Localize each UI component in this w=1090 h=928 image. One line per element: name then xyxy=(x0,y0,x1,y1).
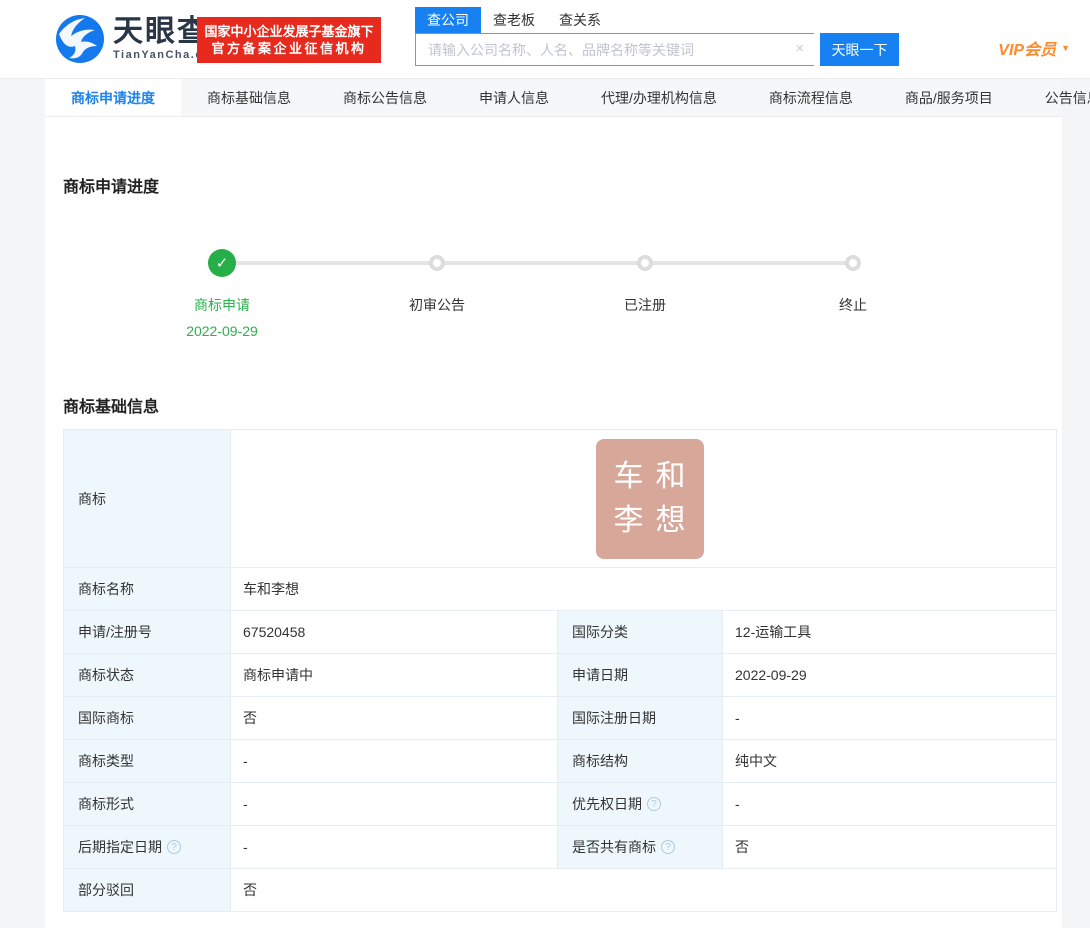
row-value: 67520458 xyxy=(243,624,305,640)
row-label: 部分驳回 xyxy=(78,880,134,900)
row-value: 商标申请中 xyxy=(243,665,313,685)
step-terminated: 终止 xyxy=(773,223,933,315)
row-label: 是否共有商标 xyxy=(572,837,656,857)
row-label: 申请/注册号 xyxy=(78,622,152,642)
help-icon[interactable]: ? xyxy=(661,840,675,854)
tab-trademark-flow[interactable]: 商标流程信息 xyxy=(743,79,879,116)
row-label: 后期指定日期 xyxy=(78,837,162,857)
step-date: 2022-09-29 xyxy=(142,323,302,339)
row-label: 国际分类 xyxy=(572,622,628,642)
check-circle-icon: ✓ xyxy=(208,249,236,277)
row-value: 否 xyxy=(243,708,257,728)
row-label: 商标状态 xyxy=(78,665,134,685)
row-label: 商标形式 xyxy=(78,794,134,814)
tab-gazette-info[interactable]: 公告信息 xyxy=(1019,79,1090,116)
row-label: 商标 xyxy=(78,489,106,509)
row-label: 优先权日期 xyxy=(572,794,642,814)
tab-agency-info[interactable]: 代理/办理机构信息 xyxy=(575,79,743,116)
row-value: 12-运输工具 xyxy=(735,622,811,642)
table-row: 国际商标 否 国际注册日期 - xyxy=(64,696,1056,739)
vip-member-link[interactable]: VIP会员 ▼ xyxy=(998,36,1070,60)
search-area: 查公司 查老板 查关系 × 天眼一下 xyxy=(415,9,900,66)
tab-trademark-basic-info[interactable]: 商标基础信息 xyxy=(181,79,317,116)
badge-line1: 国家中小企业发展子基金旗下 xyxy=(197,23,381,40)
row-label: 商标类型 xyxy=(78,751,134,771)
badge-line2: 官方备案企业征信机构 xyxy=(197,40,381,57)
search-tabs: 查公司 查老板 查关系 xyxy=(415,9,900,33)
chevron-down-icon: ▼ xyxy=(1061,43,1070,53)
help-icon[interactable]: ? xyxy=(647,797,661,811)
table-row-trademark-image: 商标 车和 李想 xyxy=(64,430,1056,567)
step-registered: 已注册 xyxy=(565,223,725,315)
progress-section-title: 商标申请进度 xyxy=(63,117,1057,197)
row-value: 否 xyxy=(243,880,257,900)
table-row-partial-rejection: 部分驳回 否 xyxy=(64,868,1056,911)
page-background: 商标申请进度 商标基础信息 商标公告信息 申请人信息 代理/办理机构信息 商标流… xyxy=(0,79,1090,928)
tab-trademark-progress[interactable]: 商标申请进度 xyxy=(45,79,181,116)
step-label: 商标申请 xyxy=(142,295,302,315)
vip-label: VIP会员 xyxy=(998,36,1056,60)
logo-eye-icon xyxy=(55,14,105,64)
row-label: 申请日期 xyxy=(572,665,628,685)
table-row: 商标形式 - 优先权日期 ? - xyxy=(64,782,1056,825)
pending-circle-icon xyxy=(429,255,445,271)
row-value: 车和李想 xyxy=(243,579,299,599)
row-value: 纯中文 xyxy=(735,751,777,771)
main-card: 商标申请进度 ✓ 商标申请 2022-09-29 初审公告 已注册 xyxy=(45,117,1062,912)
row-value: - xyxy=(243,796,248,812)
table-row: 商标类型 - 商标结构 纯中文 xyxy=(64,739,1056,782)
tab-applicant-info[interactable]: 申请人信息 xyxy=(453,79,575,116)
trademark-basic-info-table: 商标 车和 李想 商标名称 车和李想 申请/注册号 67520458 国 xyxy=(63,429,1057,912)
content-column: 商标申请进度 商标基础信息 商标公告信息 申请人信息 代理/办理机构信息 商标流… xyxy=(45,79,1062,928)
step-label: 初审公告 xyxy=(357,295,517,315)
search-tab-boss[interactable]: 查老板 xyxy=(481,7,547,33)
row-label: 商标结构 xyxy=(572,751,628,771)
search-input[interactable] xyxy=(415,33,814,66)
tab-trademark-announcement[interactable]: 商标公告信息 xyxy=(317,79,453,116)
application-progress-timeline: ✓ 商标申请 2022-09-29 初审公告 已注册 终止 xyxy=(63,223,1057,373)
row-value: - xyxy=(243,753,248,769)
site-header: 天眼查 TianYanCha.com 国家中小企业发展子基金旗下 官方备案企业征… xyxy=(0,0,1090,79)
row-value: 2022-09-29 xyxy=(735,667,807,683)
basic-info-section-title: 商标基础信息 xyxy=(63,393,1057,417)
detail-nav-tabs: 商标申请进度 商标基础信息 商标公告信息 申请人信息 代理/办理机构信息 商标流… xyxy=(45,79,1062,117)
trademark-image: 车和 李想 xyxy=(596,439,704,559)
help-icon[interactable]: ? xyxy=(167,840,181,854)
pending-circle-icon xyxy=(845,255,861,271)
clear-icon[interactable]: × xyxy=(795,41,804,57)
certification-badge: 国家中小企业发展子基金旗下 官方备案企业征信机构 xyxy=(197,17,381,63)
row-label: 国际商标 xyxy=(78,708,134,728)
step-preliminary-publication: 初审公告 xyxy=(357,223,517,315)
step-trademark-application: ✓ 商标申请 2022-09-29 xyxy=(142,223,302,339)
search-tab-relation[interactable]: 查关系 xyxy=(547,7,613,33)
table-row-trademark-name: 商标名称 车和李想 xyxy=(64,567,1056,610)
row-value: 否 xyxy=(735,837,749,857)
row-label: 商标名称 xyxy=(78,579,134,599)
row-value: - xyxy=(735,796,740,812)
row-label: 国际注册日期 xyxy=(572,708,656,728)
search-tab-company[interactable]: 查公司 xyxy=(415,7,481,33)
step-label: 已注册 xyxy=(565,295,725,315)
table-row: 后期指定日期 ? - 是否共有商标 ? 否 xyxy=(64,825,1056,868)
search-button[interactable]: 天眼一下 xyxy=(820,33,899,66)
tab-goods-services[interactable]: 商品/服务项目 xyxy=(879,79,1019,116)
timeline-track xyxy=(222,261,853,265)
table-row: 申请/注册号 67520458 国际分类 12-运输工具 xyxy=(64,610,1056,653)
row-value: - xyxy=(243,839,248,855)
table-row: 商标状态 商标申请中 申请日期 2022-09-29 xyxy=(64,653,1056,696)
pending-circle-icon xyxy=(637,255,653,271)
step-label: 终止 xyxy=(773,295,933,315)
row-value: - xyxy=(735,710,740,726)
